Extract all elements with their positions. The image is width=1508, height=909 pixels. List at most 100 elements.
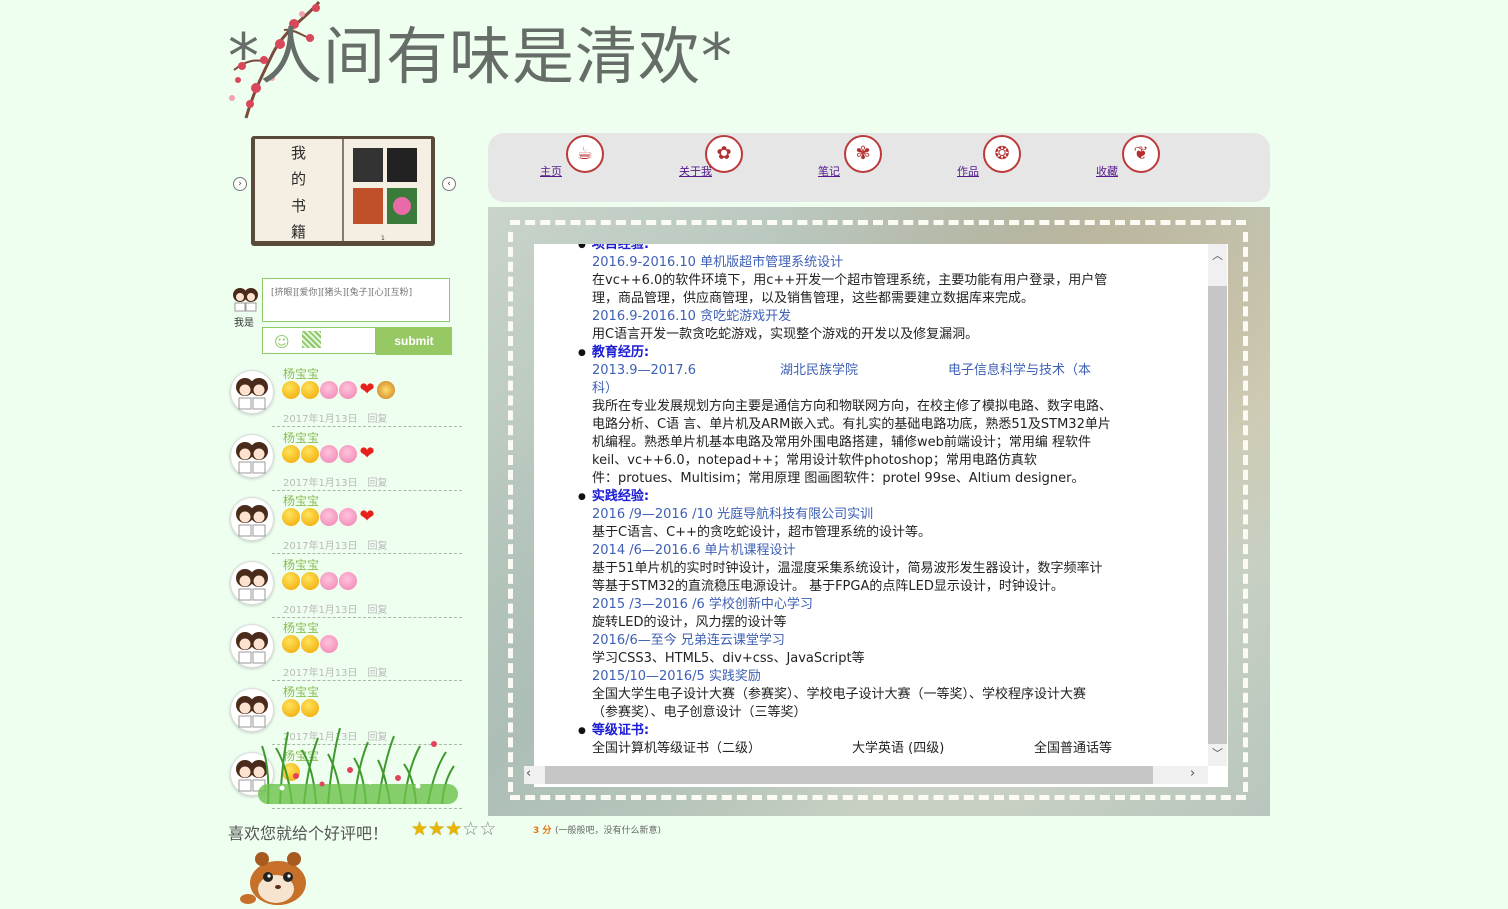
comment-item: 杨宝宝 2017年1月13日 回复 <box>228 556 464 619</box>
entry-title: 2016.9-2016.10 贪吃蛇游戏开发 <box>592 309 792 324</box>
entry-description: keil、vc++6.0，notepad++；常用设计软件photoshop；常… <box>592 453 1037 468</box>
comment-item: 杨宝宝 ❤ 2017年1月13日 回复 <box>228 365 464 428</box>
nav-link[interactable]: 笔记 <box>818 163 840 179</box>
commenter-name[interactable]: 杨宝宝 <box>283 619 319 636</box>
comment-emojis: ❤ <box>282 508 377 528</box>
nav-link[interactable]: 关于我 <box>679 163 712 179</box>
comment-emojis: ❤ <box>282 445 377 465</box>
reply-link[interactable]: 回复 <box>368 478 388 489</box>
nav-item[interactable]: ❦ 收藏 <box>1096 133 1206 193</box>
comment-divider <box>272 680 462 681</box>
user-avatar <box>233 288 258 312</box>
star-filled-icon[interactable]: ★ <box>411 818 428 840</box>
star-empty-icon[interactable]: ☆ <box>479 818 496 840</box>
commenter-avatar <box>230 624 274 668</box>
heart-emoji-icon: ❤ <box>359 506 375 527</box>
rating-description: (一般般吧，没有什么新意) <box>555 826 662 836</box>
bookshelf-next-button[interactable]: ‹ <box>442 177 456 191</box>
comment-emojis <box>282 572 358 592</box>
scroll-right-icon[interactable]: › <box>1190 766 1195 781</box>
face-emoji-icon <box>301 635 319 653</box>
entry-description: 基于C语言、C++的贪吃蛇设计，超市管理系统的设计等。 <box>592 525 931 540</box>
nav-item[interactable]: ✾ 笔记 <box>818 133 928 193</box>
commenter-name[interactable]: 杨宝宝 <box>283 492 319 509</box>
emoji-picker-icon[interactable]: ☺ <box>274 333 290 351</box>
comment-divider <box>272 490 462 491</box>
nav-item[interactable]: ☕ 主页 <box>540 133 650 193</box>
pig-emoji-icon <box>320 508 338 526</box>
star-filled-icon[interactable]: ★ <box>428 818 445 840</box>
face-emoji-icon <box>301 445 319 463</box>
comment-date: 2017年1月13日 <box>283 605 358 616</box>
comment-input[interactable] <box>262 278 450 322</box>
entry-description: 基于51单片机的实时时钟设计，温湿度采集系统设计，简易波形发生器设计，数字频率计 <box>592 561 1103 576</box>
reply-link[interactable]: 回复 <box>368 605 388 616</box>
commenter-avatar <box>230 434 274 478</box>
pig-emoji-icon <box>320 635 338 653</box>
rating-label: 喜欢您就给个好评吧！ <box>228 824 389 843</box>
face-emoji-icon <box>282 508 300 526</box>
face-emoji-icon <box>282 699 300 717</box>
maple-leaf-icon: ❦ <box>1122 135 1160 173</box>
nav-item[interactable]: ✿ 关于我 <box>679 133 789 193</box>
horizontal-scrollbar-thumb[interactable] <box>545 766 1153 784</box>
submit-button[interactable]: submit <box>376 327 452 355</box>
star-empty-icon[interactable]: ☆ <box>462 818 479 840</box>
entry-description: 等基于STM32的直流稳压电源设计。 基于FPGA的点阵LED显示设计，时钟设计… <box>592 579 1064 594</box>
bookshelf-title-char: 书 <box>291 197 307 215</box>
entry-description: 件：protues、Multisim；常用原理 图画图软件：protel 99s… <box>592 471 1085 486</box>
education-major: 科） <box>592 381 619 396</box>
commenter-name[interactable]: 杨宝宝 <box>283 429 319 446</box>
frame-stitch-decoration <box>510 795 1246 800</box>
comment-item: 杨宝宝 ❤ 2017年1月13日 回复 <box>228 429 464 492</box>
comment-divider <box>272 617 462 618</box>
entry-description: 机编程。熟悉单片机基本电路及常用外围电路搭建，辅修web前端设计；常用编 程软件 <box>592 435 1092 450</box>
face-emoji-icon <box>282 445 300 463</box>
face-emoji-icon <box>282 635 300 653</box>
education-major: 电子信息科学与技术（本 <box>948 363 1092 378</box>
bookshelf-page-number: 1 <box>381 235 385 242</box>
image-upload-icon[interactable] <box>302 331 321 348</box>
comment-date: 2017年1月13日 <box>283 414 358 425</box>
scroll-left-icon[interactable]: ‹ <box>526 766 531 781</box>
commenter-name[interactable]: 杨宝宝 <box>283 556 319 573</box>
entry-title: 2016 /9—2016 /10 光庭导航科技有限公司实训 <box>592 507 874 522</box>
bookshelf-prev-button[interactable]: › <box>233 177 247 191</box>
nav-item[interactable]: ❂ 作品 <box>957 133 1067 193</box>
scroll-up-icon[interactable]: ︿ <box>1208 247 1227 265</box>
face-emoji-icon <box>282 572 300 590</box>
comment-date: 2017年1月13日 <box>283 668 358 679</box>
reply-link[interactable]: 回复 <box>368 414 388 425</box>
star-filled-icon[interactable]: ★ <box>445 818 462 840</box>
reply-link[interactable]: 回复 <box>368 668 388 679</box>
heart-emoji-icon: ❤ <box>359 379 375 400</box>
lantern-icon: ❂ <box>983 135 1021 173</box>
comment-divider <box>272 808 462 809</box>
nav-link[interactable]: 收藏 <box>1096 163 1118 179</box>
comment-emojis <box>282 635 339 655</box>
face-emoji-icon <box>301 381 319 399</box>
bookshelf-title-char: 我 <box>291 144 307 162</box>
vertical-scrollbar-thumb[interactable] <box>1208 286 1227 744</box>
comment-item: 杨宝宝 ❤ 2017年1月13日 回复 <box>228 492 464 555</box>
entry-title: 2015 /3—2016 /6 学校创新中心学习 <box>592 597 813 612</box>
nav-icon-glyph: ✾ <box>855 143 871 164</box>
section-heading: 等级证书: <box>578 722 649 740</box>
entry-description: 在vc++6.0的软件环境下，用c++开发一个超市管理系统，主要功能有用户登录，… <box>592 273 1108 288</box>
heart-emoji-icon: ❤ <box>359 443 375 464</box>
resume-panel[interactable]: 项目经验:2016.9-2016.10 单机版超市管理系统设计在vc++6.0的… <box>534 244 1228 787</box>
face-emoji-icon <box>301 508 319 526</box>
nav-link[interactable]: 主页 <box>540 163 562 179</box>
frame-stitch-decoration <box>508 232 513 792</box>
pig-emoji-icon <box>320 381 338 399</box>
pig-emoji-icon <box>320 445 338 463</box>
nav-link[interactable]: 作品 <box>957 163 979 179</box>
commenter-name[interactable]: 杨宝宝 <box>283 365 319 382</box>
star-rating[interactable]: ★★★☆☆ <box>411 819 496 839</box>
scroll-down-icon[interactable]: ﹀ <box>1208 745 1227 763</box>
reply-link[interactable]: 回复 <box>368 541 388 552</box>
entry-description: 学习CSS3、HTML5、div+css、JavaScript等 <box>592 651 865 666</box>
commenter-name[interactable]: 杨宝宝 <box>283 683 319 700</box>
commenter-avatar <box>230 561 274 605</box>
bookshelf-flipbook[interactable] <box>251 136 435 246</box>
